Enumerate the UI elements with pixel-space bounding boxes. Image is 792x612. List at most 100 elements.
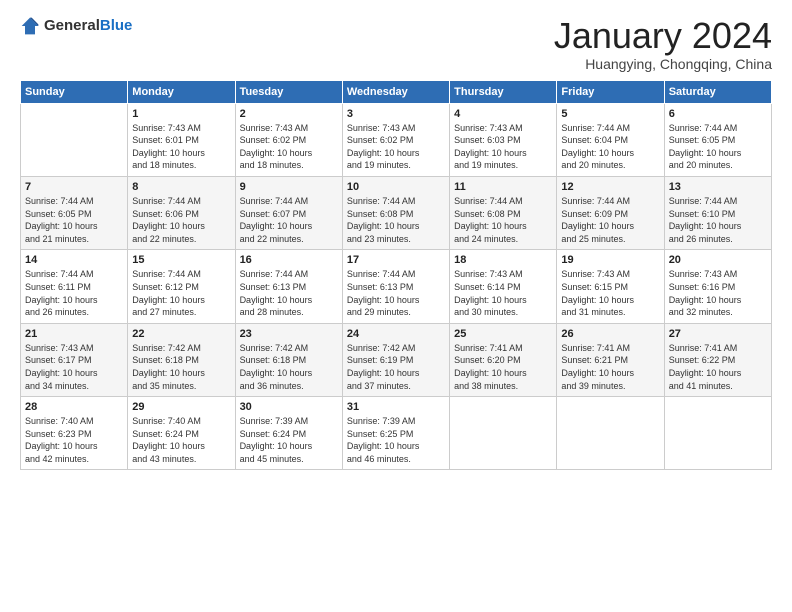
calendar-cell: 18Sunrise: 7:43 AMSunset: 6:14 PMDayligh… bbox=[450, 250, 557, 323]
calendar-cell: 9 Sunrise: 7:44 AMSunset: 6:07 PMDaylight… bbox=[235, 176, 342, 249]
logo-icon bbox=[20, 16, 40, 36]
logo-text-blue: Blue bbox=[100, 17, 133, 34]
calendar-cell: 22 Sunrise: 7:42 AMSunset: 6:18 PMDayligh… bbox=[128, 323, 235, 396]
day-number: 14 bbox=[25, 254, 123, 266]
day-number: 29 bbox=[132, 401, 230, 413]
day-info: Sunrise: 7:44 AMSunset: 6:09 PMDaylight:… bbox=[561, 195, 659, 245]
day-info: Sunrise: 7:43 AMSunset: 6:15 PMDaylight:… bbox=[561, 268, 659, 318]
day-info: Sunrise: 7:42 AMSunset: 6:19 PMDaylight:… bbox=[347, 342, 445, 392]
day-number: 15 bbox=[132, 254, 230, 266]
calendar-cell: 31 Sunrise: 7:39 AMSunset: 6:25 PMDayligh… bbox=[342, 397, 449, 470]
calendar-cell bbox=[664, 397, 771, 470]
day-info: Sunrise: 7:39 AMSunset: 6:25 PMDaylight:… bbox=[347, 415, 445, 465]
day-number: 13 bbox=[669, 181, 767, 193]
calendar-cell: 14 Sunrise: 7:44 AMSunset: 6:11 PMDayligh… bbox=[21, 250, 128, 323]
day-number: 1 bbox=[132, 108, 230, 120]
day-info: Sunrise: 7:41 AMSunset: 6:22 PMDaylight:… bbox=[669, 342, 767, 392]
day-info: Sunrise: 7:43 AMSunset: 6:02 PMDaylight:… bbox=[347, 122, 445, 172]
calendar-cell: 8Sunrise: 7:44 AMSunset: 6:06 PMDaylight… bbox=[128, 176, 235, 249]
day-info: Sunrise: 7:44 AMSunset: 6:13 PMDaylight:… bbox=[347, 268, 445, 318]
day-number: 7 bbox=[25, 181, 123, 193]
day-number: 19 bbox=[561, 254, 659, 266]
day-number: 21 bbox=[25, 328, 123, 340]
calendar-cell: 5 Sunrise: 7:44 AMSunset: 6:04 PMDaylight… bbox=[557, 103, 664, 176]
calendar-cell: 2 Sunrise: 7:43 AMSunset: 6:02 PMDaylight… bbox=[235, 103, 342, 176]
logo: GeneralBlue bbox=[20, 16, 132, 36]
col-wednesday: Wednesday bbox=[342, 80, 449, 103]
calendar-cell: 6Sunrise: 7:44 AMSunset: 6:05 PMDaylight… bbox=[664, 103, 771, 176]
calendar-cell bbox=[450, 397, 557, 470]
day-number: 12 bbox=[561, 181, 659, 193]
day-info: Sunrise: 7:42 AMSunset: 6:18 PMDaylight:… bbox=[240, 342, 338, 392]
calendar-cell: 30 Sunrise: 7:39 AMSunset: 6:24 PMDayligh… bbox=[235, 397, 342, 470]
day-info: Sunrise: 7:42 AMSunset: 6:18 PMDaylight:… bbox=[132, 342, 230, 392]
calendar-cell: 12 Sunrise: 7:44 AMSunset: 6:09 PMDayligh… bbox=[557, 176, 664, 249]
calendar-cell: 11 Sunrise: 7:44 AMSunset: 6:08 PMDayligh… bbox=[450, 176, 557, 249]
col-friday: Friday bbox=[557, 80, 664, 103]
day-number: 5 bbox=[561, 108, 659, 120]
calendar-cell: 16Sunrise: 7:44 AMSunset: 6:13 PMDayligh… bbox=[235, 250, 342, 323]
day-number: 31 bbox=[347, 401, 445, 413]
calendar-title: January 2024 bbox=[554, 16, 772, 56]
calendar-cell: 3Sunrise: 7:43 AMSunset: 6:02 PMDaylight… bbox=[342, 103, 449, 176]
day-info: Sunrise: 7:44 AMSunset: 6:11 PMDaylight:… bbox=[25, 268, 123, 318]
calendar-cell: 15 Sunrise: 7:44 AMSunset: 6:12 PMDayligh… bbox=[128, 250, 235, 323]
day-number: 2 bbox=[240, 108, 338, 120]
day-number: 22 bbox=[132, 328, 230, 340]
col-tuesday: Tuesday bbox=[235, 80, 342, 103]
day-info: Sunrise: 7:43 AMSunset: 6:17 PMDaylight:… bbox=[25, 342, 123, 392]
week-row-4: 21 Sunrise: 7:43 AMSunset: 6:17 PMDayligh… bbox=[21, 323, 772, 396]
day-number: 25 bbox=[454, 328, 552, 340]
calendar-cell: 29 Sunrise: 7:40 AMSunset: 6:24 PMDayligh… bbox=[128, 397, 235, 470]
day-number: 10 bbox=[347, 181, 445, 193]
day-number: 16 bbox=[240, 254, 338, 266]
day-number: 23 bbox=[240, 328, 338, 340]
col-monday: Monday bbox=[128, 80, 235, 103]
calendar-subtitle: Huangying, Chongqing, China bbox=[554, 56, 772, 72]
calendar-table: Sunday Monday Tuesday Wednesday Thursday… bbox=[20, 80, 772, 471]
calendar-cell: 27 Sunrise: 7:41 AMSunset: 6:22 PMDayligh… bbox=[664, 323, 771, 396]
day-info: Sunrise: 7:44 AMSunset: 6:12 PMDaylight:… bbox=[132, 268, 230, 318]
calendar-cell: 26Sunrise: 7:41 AMSunset: 6:21 PMDayligh… bbox=[557, 323, 664, 396]
day-number: 9 bbox=[240, 181, 338, 193]
calendar-cell: 23 Sunrise: 7:42 AMSunset: 6:18 PMDayligh… bbox=[235, 323, 342, 396]
calendar-cell: 25Sunrise: 7:41 AMSunset: 6:20 PMDayligh… bbox=[450, 323, 557, 396]
calendar-cell: 1 Sunrise: 7:43 AMSunset: 6:01 PMDaylight… bbox=[128, 103, 235, 176]
calendar-cell: 19 Sunrise: 7:43 AMSunset: 6:15 PMDayligh… bbox=[557, 250, 664, 323]
day-number: 18 bbox=[454, 254, 552, 266]
day-info: Sunrise: 7:40 AMSunset: 6:23 PMDaylight:… bbox=[25, 415, 123, 465]
day-info: Sunrise: 7:43 AMSunset: 6:01 PMDaylight:… bbox=[132, 122, 230, 172]
day-number: 30 bbox=[240, 401, 338, 413]
day-info: Sunrise: 7:44 AMSunset: 6:05 PMDaylight:… bbox=[25, 195, 123, 245]
day-info: Sunrise: 7:40 AMSunset: 6:24 PMDaylight:… bbox=[132, 415, 230, 465]
calendar-cell: 4 Sunrise: 7:43 AMSunset: 6:03 PMDaylight… bbox=[450, 103, 557, 176]
header-row: Sunday Monday Tuesday Wednesday Thursday… bbox=[21, 80, 772, 103]
calendar-cell: 7 Sunrise: 7:44 AMSunset: 6:05 PMDaylight… bbox=[21, 176, 128, 249]
day-info: Sunrise: 7:44 AMSunset: 6:06 PMDaylight:… bbox=[132, 195, 230, 245]
day-number: 24 bbox=[347, 328, 445, 340]
day-info: Sunrise: 7:44 AMSunset: 6:10 PMDaylight:… bbox=[669, 195, 767, 245]
day-number: 27 bbox=[669, 328, 767, 340]
col-thursday: Thursday bbox=[450, 80, 557, 103]
day-info: Sunrise: 7:43 AMSunset: 6:16 PMDaylight:… bbox=[669, 268, 767, 318]
calendar-cell: 21 Sunrise: 7:43 AMSunset: 6:17 PMDayligh… bbox=[21, 323, 128, 396]
calendar-cell: 13 Sunrise: 7:44 AMSunset: 6:10 PMDayligh… bbox=[664, 176, 771, 249]
day-info: Sunrise: 7:43 AMSunset: 6:02 PMDaylight:… bbox=[240, 122, 338, 172]
col-sunday: Sunday bbox=[21, 80, 128, 103]
day-number: 4 bbox=[454, 108, 552, 120]
day-info: Sunrise: 7:43 AMSunset: 6:03 PMDaylight:… bbox=[454, 122, 552, 172]
week-row-1: 1 Sunrise: 7:43 AMSunset: 6:01 PMDaylight… bbox=[21, 103, 772, 176]
day-number: 11 bbox=[454, 181, 552, 193]
week-row-3: 14 Sunrise: 7:44 AMSunset: 6:11 PMDayligh… bbox=[21, 250, 772, 323]
calendar-cell: 10 Sunrise: 7:44 AMSunset: 6:08 PMDayligh… bbox=[342, 176, 449, 249]
logo-text-general: General bbox=[44, 17, 100, 34]
day-number: 28 bbox=[25, 401, 123, 413]
day-info: Sunrise: 7:44 AMSunset: 6:08 PMDaylight:… bbox=[347, 195, 445, 245]
day-info: Sunrise: 7:39 AMSunset: 6:24 PMDaylight:… bbox=[240, 415, 338, 465]
day-info: Sunrise: 7:44 AMSunset: 6:08 PMDaylight:… bbox=[454, 195, 552, 245]
day-number: 20 bbox=[669, 254, 767, 266]
calendar-cell: 24 Sunrise: 7:42 AMSunset: 6:19 PMDayligh… bbox=[342, 323, 449, 396]
day-info: Sunrise: 7:44 AMSunset: 6:04 PMDaylight:… bbox=[561, 122, 659, 172]
header-area: GeneralBlue January 2024 Huangying, Chon… bbox=[20, 16, 772, 72]
day-info: Sunrise: 7:44 AMSunset: 6:07 PMDaylight:… bbox=[240, 195, 338, 245]
